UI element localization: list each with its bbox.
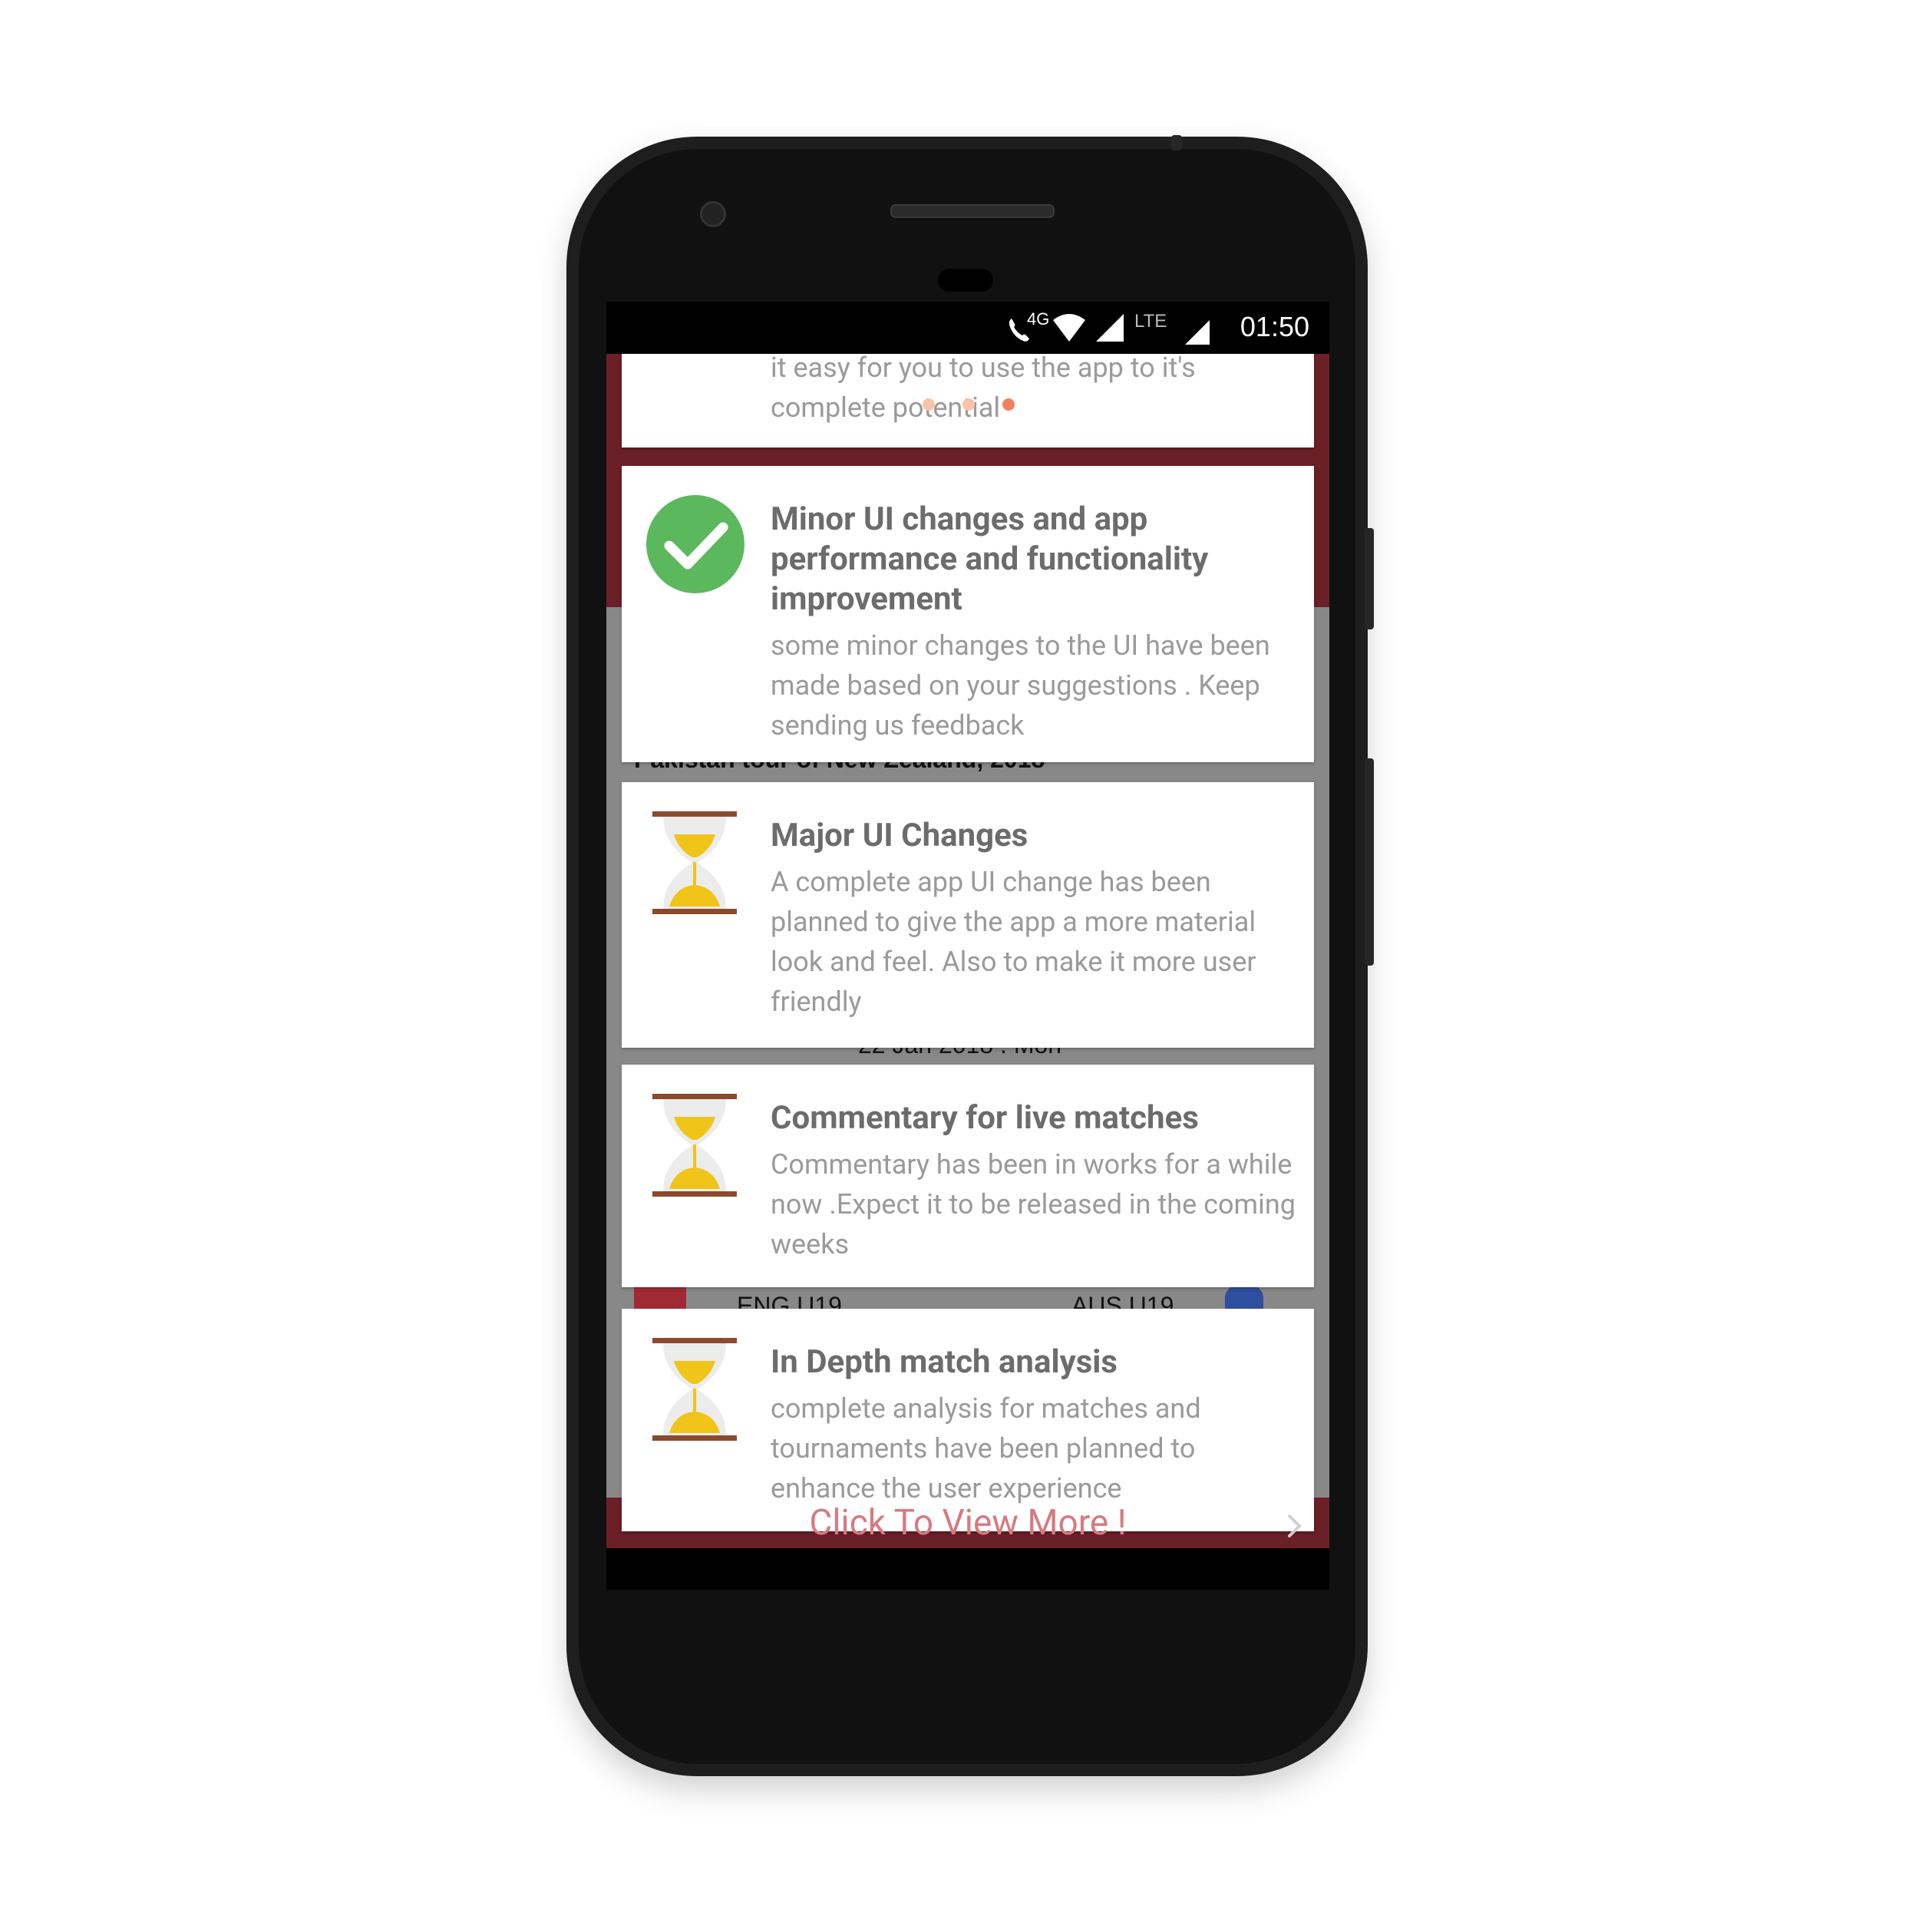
volume-button bbox=[1365, 758, 1374, 966]
cell-signal-lte-icon bbox=[1185, 320, 1210, 345]
status-bar: 4G LTE 01:50 bbox=[606, 302, 1329, 354]
update-title: Minor UI changes and app performance and… bbox=[771, 500, 1209, 618]
update-description: Commentary has been in works for a while… bbox=[771, 1148, 1296, 1260]
top-button bbox=[1171, 135, 1182, 150]
update-partial-description: it easy for you to use the app to it's c… bbox=[771, 354, 1196, 424]
hourglass-icon bbox=[652, 1338, 737, 1441]
update-card[interactable]: Minor UI changes and app performance and… bbox=[622, 466, 1314, 762]
nav-area bbox=[606, 1548, 1329, 1590]
chevron-right-icon bbox=[1288, 1514, 1302, 1537]
update-card[interactable]: Major UI Changes A complete app UI chang… bbox=[622, 782, 1314, 1048]
update-title: Commentary for live matches bbox=[771, 1099, 1199, 1137]
front-camera bbox=[700, 201, 726, 227]
view-more-label: Click To View More ! bbox=[809, 1502, 1127, 1544]
update-description: A complete app UI change has been planne… bbox=[771, 866, 1256, 1018]
check-circle-icon bbox=[646, 495, 744, 593]
power-button bbox=[1365, 528, 1374, 629]
team-a-flag bbox=[634, 1286, 686, 1309]
update-description: complete analysis for matches and tourna… bbox=[771, 1392, 1201, 1504]
hourglass-icon bbox=[652, 1094, 737, 1197]
view-more-button[interactable]: Click To View More ! bbox=[606, 1498, 1329, 1548]
network-4g-label: 4G bbox=[1027, 309, 1050, 329]
earpiece bbox=[890, 204, 1055, 218]
dot-1 bbox=[923, 398, 935, 411]
proximity-sensor bbox=[938, 269, 993, 292]
cell-signal-icon bbox=[1096, 314, 1124, 342]
update-title: In Depth match analysis bbox=[771, 1343, 1118, 1381]
dot-3 bbox=[1002, 398, 1015, 411]
app-content: Pakistan tour of New Zealand, 2018 22 Ja… bbox=[606, 354, 1329, 1590]
network-lte-label: LTE bbox=[1134, 311, 1167, 332]
wifi-icon bbox=[1053, 314, 1085, 342]
dot-2 bbox=[962, 398, 975, 411]
update-card[interactable]: Commentary for live matches Commentary h… bbox=[622, 1065, 1314, 1287]
update-card-partial[interactable]: it easy for you to use the app to it's c… bbox=[622, 354, 1314, 447]
hourglass-icon bbox=[652, 811, 737, 914]
phone-call-icon bbox=[1009, 319, 1029, 342]
update-title: Major UI Changes bbox=[771, 817, 1028, 854]
status-time: 01:50 bbox=[1240, 311, 1309, 342]
screen: 4G LTE 01:50 Pakistan tour of New Zealan… bbox=[606, 302, 1329, 1590]
update-description: some minor changes to the UI have been m… bbox=[771, 629, 1270, 741]
